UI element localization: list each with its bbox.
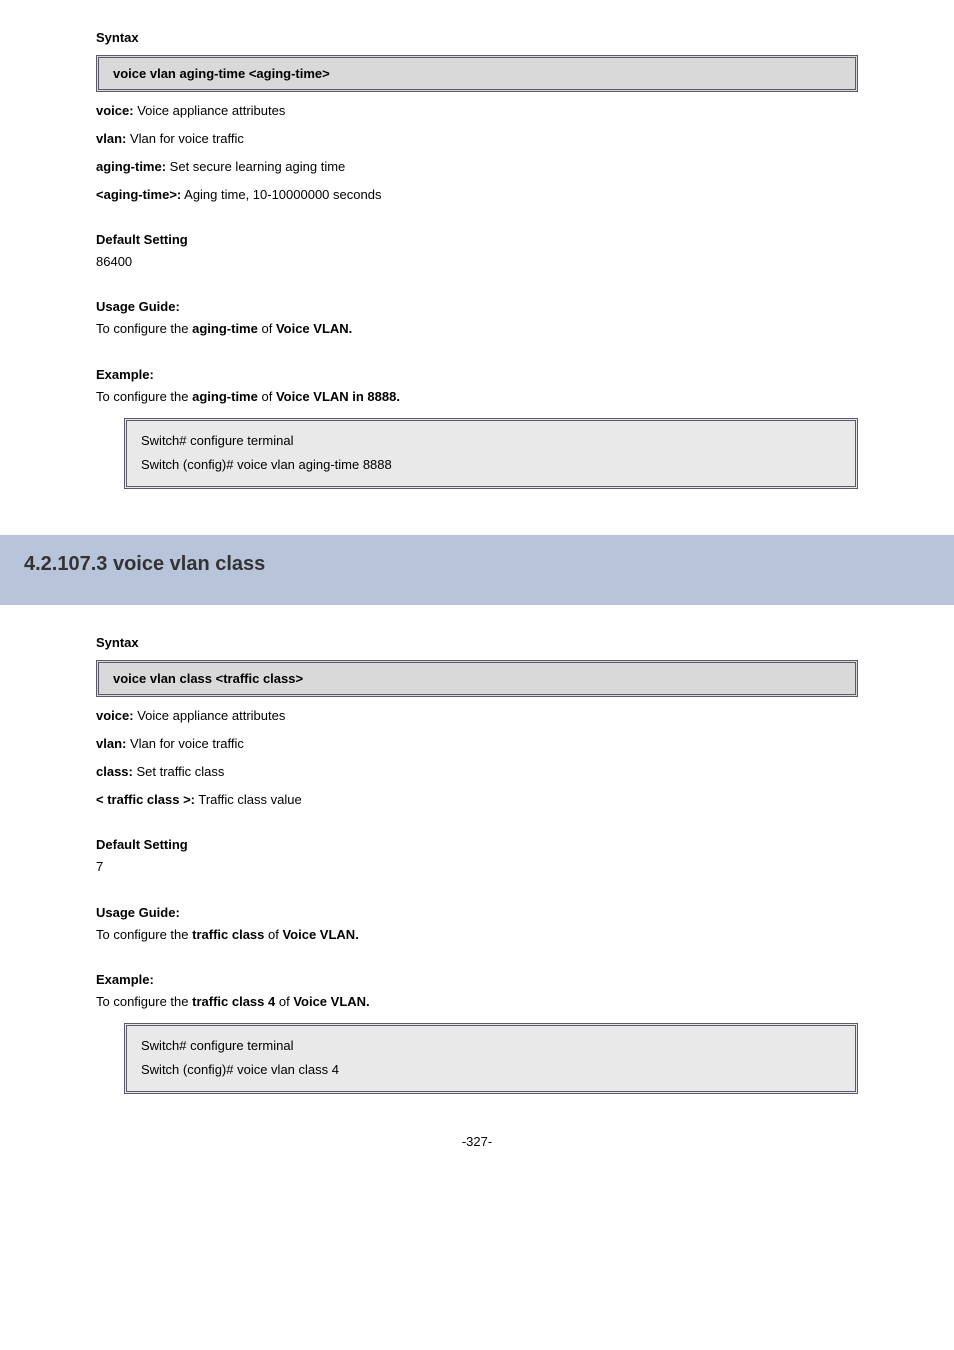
param-desc: Set secure learning aging time (166, 159, 345, 174)
page: Syntax voice vlan aging-time <aging-time… (0, 0, 954, 1189)
t: of (264, 927, 282, 942)
param-kw: <aging-time>: (96, 187, 181, 202)
t: aging-time (192, 321, 258, 336)
example-box: Switch# configure terminal Switch (confi… (124, 1023, 858, 1094)
default-setting-label: Default Setting (96, 232, 858, 247)
param-desc: Vlan for voice traffic (126, 131, 244, 146)
param-kw: class: (96, 764, 133, 779)
t: To configure the (96, 321, 192, 336)
t: Voice VLAN. (282, 927, 358, 942)
t: traffic class (192, 927, 264, 942)
param-desc: Set traffic class (133, 764, 225, 779)
param-desc: Voice appliance attributes (134, 708, 286, 723)
param-kw: < traffic class >: (96, 792, 195, 807)
param-aging-time-value: <aging-time>: Aging time, 10-10000000 se… (96, 184, 858, 206)
t: To configure the (96, 389, 192, 404)
param-desc: Voice appliance attributes (134, 103, 286, 118)
param-kw: vlan: (96, 736, 126, 751)
t: aging-time (192, 389, 258, 404)
param-class: class: Set traffic class (96, 761, 858, 783)
t: traffic class 4 (192, 994, 275, 1009)
param-desc: Traffic class value (195, 792, 302, 807)
usage-guide-label: Usage Guide: (96, 299, 858, 314)
example-box: Switch# configure terminal Switch (confi… (124, 418, 858, 489)
param-desc: Aging time, 10-10000000 seconds (181, 187, 381, 202)
param-voice: voice: Voice appliance attributes (96, 705, 858, 727)
t: Voice VLAN in 8888. (276, 389, 400, 404)
param-kw: voice: (96, 103, 134, 118)
param-traffic-class: < traffic class >: Traffic class value (96, 789, 858, 811)
param-kw: vlan: (96, 131, 126, 146)
example-label: Example: (96, 972, 858, 987)
example-label: Example: (96, 367, 858, 382)
param-aging-time: aging-time: Set secure learning aging ti… (96, 156, 858, 178)
t: of (258, 389, 276, 404)
param-kw: voice: (96, 708, 134, 723)
default-setting-label: Default Setting (96, 837, 858, 852)
section-header: 4.2.107.3 voice vlan class (0, 535, 954, 605)
spacer (0, 489, 954, 535)
param-voice: voice: Voice appliance attributes (96, 100, 858, 122)
t: Voice VLAN. (276, 321, 352, 336)
example-text: To configure the aging-time of Voice VLA… (96, 386, 858, 408)
param-vlan: vlan: Vlan for voice traffic (96, 733, 858, 755)
default-setting-value: 86400 (96, 251, 858, 273)
param-kw: aging-time: (96, 159, 166, 174)
section-1-content: Syntax voice vlan aging-time <aging-time… (0, 0, 954, 489)
usage-guide-text: To configure the traffic class of Voice … (96, 924, 858, 946)
param-desc: Vlan for voice traffic (126, 736, 244, 751)
usage-guide-label: Usage Guide: (96, 905, 858, 920)
syntax-box: voice vlan aging-time <aging-time> (96, 55, 858, 92)
section-2-content: Syntax voice vlan class <traffic class> … (0, 605, 954, 1094)
usage-guide-text: To configure the aging-time of Voice VLA… (96, 318, 858, 340)
t: To configure the (96, 927, 192, 942)
syntax-label: Syntax (96, 30, 858, 45)
example-text: To configure the traffic class 4 of Voic… (96, 991, 858, 1013)
default-setting-value: 7 (96, 856, 858, 878)
syntax-box: voice vlan class <traffic class> (96, 660, 858, 697)
t: Voice VLAN. (293, 994, 369, 1009)
t: To configure the (96, 994, 192, 1009)
param-vlan: vlan: Vlan for voice traffic (96, 128, 858, 150)
syntax-label: Syntax (96, 635, 858, 650)
t: of (258, 321, 276, 336)
page-number: -327- (0, 1134, 954, 1149)
t: of (275, 994, 293, 1009)
